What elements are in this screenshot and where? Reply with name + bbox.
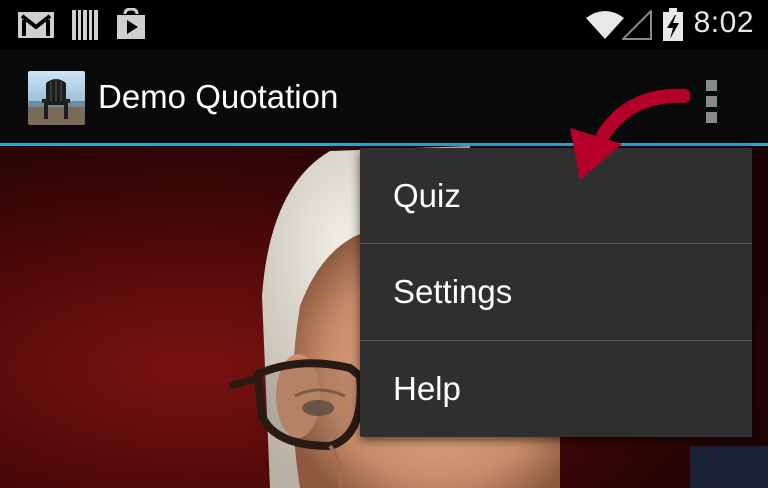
overflow-menu-button[interactable] — [694, 70, 730, 126]
overflow-popup-menu: Quiz Settings Help — [360, 148, 752, 437]
clock: 8:02 — [693, 6, 754, 39]
barcode-icon — [72, 10, 98, 40]
overflow-dot-icon — [706, 96, 717, 107]
menu-item-settings[interactable]: Settings — [360, 244, 752, 340]
battery-charging-icon — [663, 8, 683, 41]
play-store-icon — [117, 8, 145, 39]
wifi-icon — [586, 11, 624, 39]
menu-item-quiz[interactable]: Quiz — [360, 148, 752, 244]
menu-item-help[interactable]: Help — [360, 341, 752, 437]
menu-item-label: Help — [393, 370, 461, 407]
app-icon[interactable] — [28, 71, 85, 125]
menu-item-label: Quiz — [393, 177, 461, 214]
overflow-dot-icon — [706, 80, 717, 91]
annotation-arrow-icon — [570, 88, 690, 180]
status-bar: 8:02 — [0, 0, 768, 50]
signal-icon — [622, 10, 652, 40]
app-title: Demo Quotation — [98, 78, 339, 115]
overflow-dot-icon — [706, 112, 717, 123]
adirondack-chair-icon — [28, 71, 85, 125]
gmail-icon — [18, 12, 54, 38]
menu-item-label: Settings — [393, 273, 513, 310]
